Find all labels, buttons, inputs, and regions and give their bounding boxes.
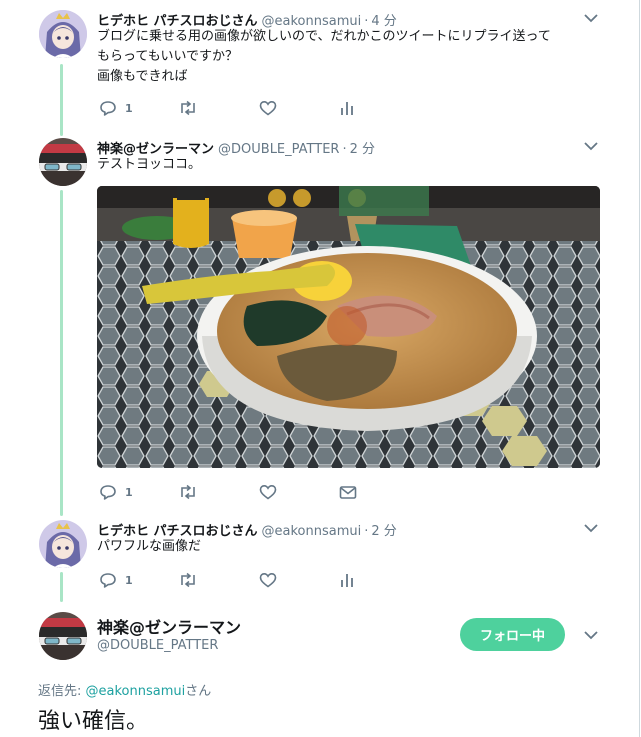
heart-icon: [259, 484, 277, 500]
reply-icon: [100, 101, 116, 116]
avatar[interactable]: [39, 612, 87, 660]
analytics-icon: [341, 102, 353, 115]
like-button[interactable]: [259, 97, 277, 119]
thread-line: [60, 572, 63, 602]
chevron-down-icon[interactable]: [582, 139, 600, 153]
avatar[interactable]: [39, 138, 87, 186]
tweet-actions: 1: [99, 569, 379, 591]
chevron-down-icon[interactable]: [582, 521, 600, 535]
tweet-photo[interactable]: [97, 186, 600, 468]
tweet-text-line: もらってもいいですか？: [97, 49, 239, 64]
analytics-button[interactable]: [340, 569, 354, 591]
reply-count: 1: [125, 573, 133, 587]
retweet-icon: [181, 100, 195, 116]
tweet-text-line: 画像もできれば: [97, 69, 188, 84]
retweet-icon: [181, 484, 195, 500]
retweet-button[interactable]: [178, 569, 198, 591]
focused-tweet-text: 強い確信。: [38, 709, 149, 734]
analytics-icon: [341, 574, 353, 587]
mention-link[interactable]: @eakonnsamui: [86, 684, 186, 699]
replying-to-label: 返信先:: [38, 684, 86, 699]
reply-button[interactable]: 1: [99, 481, 133, 503]
reply-count: 1: [125, 485, 133, 499]
direct-message-button[interactable]: [339, 481, 357, 503]
chevron-down-icon[interactable]: [582, 11, 600, 25]
like-button[interactable]: [259, 481, 277, 503]
tweet-text: パワフルな画像だ: [97, 537, 597, 557]
tweet-text: テストヨッココ。: [97, 155, 597, 175]
like-button[interactable]: [259, 569, 277, 591]
reply-icon: [100, 573, 116, 588]
tweet-actions: 1: [99, 481, 379, 503]
analytics-button[interactable]: [340, 97, 354, 119]
tweet-thread-panel: ヒデホヒ パチスロおじさん @eakonnsamui · 4 分 ブログに乗せる…: [0, 0, 640, 737]
thread-line: [60, 64, 63, 136]
avatar[interactable]: [39, 10, 87, 58]
reply-count: 1: [125, 101, 133, 115]
reply-button[interactable]: 1: [99, 569, 133, 591]
replying-to-line: 返信先: @eakonnsamuiさん: [38, 680, 211, 699]
focused-author-name[interactable]: 神楽@ゼンラーマン: [97, 614, 241, 638]
thread-line: [60, 190, 63, 516]
chevron-down-icon[interactable]: [582, 628, 600, 642]
tweet-text-line: ブログに乗せる用の画像が欲しいので、だれかこのツイートにリプライ送って: [97, 29, 551, 44]
tweet-text-line: パワフルな画像だ: [97, 539, 202, 554]
tweet-text: ブログに乗せる用の画像が欲しいので、だれかこのツイートにリプライ送って もらって…: [97, 27, 597, 87]
tweet-text-line: テストヨッココ。: [97, 157, 202, 172]
reply-icon: [100, 485, 116, 500]
focused-author-handle[interactable]: @DOUBLE_PATTER: [97, 638, 218, 653]
retweet-icon: [181, 572, 195, 588]
envelope-icon: [339, 486, 357, 499]
following-button[interactable]: フォロー中: [460, 618, 565, 651]
retweet-button[interactable]: [178, 481, 198, 503]
heart-icon: [259, 100, 277, 116]
retweet-button[interactable]: [178, 97, 198, 119]
tweet-actions: 1: [99, 97, 379, 119]
avatar[interactable]: [39, 520, 87, 568]
replying-to-suffix: さん: [185, 684, 212, 699]
reply-button[interactable]: 1: [99, 97, 133, 119]
heart-icon: [259, 572, 277, 588]
